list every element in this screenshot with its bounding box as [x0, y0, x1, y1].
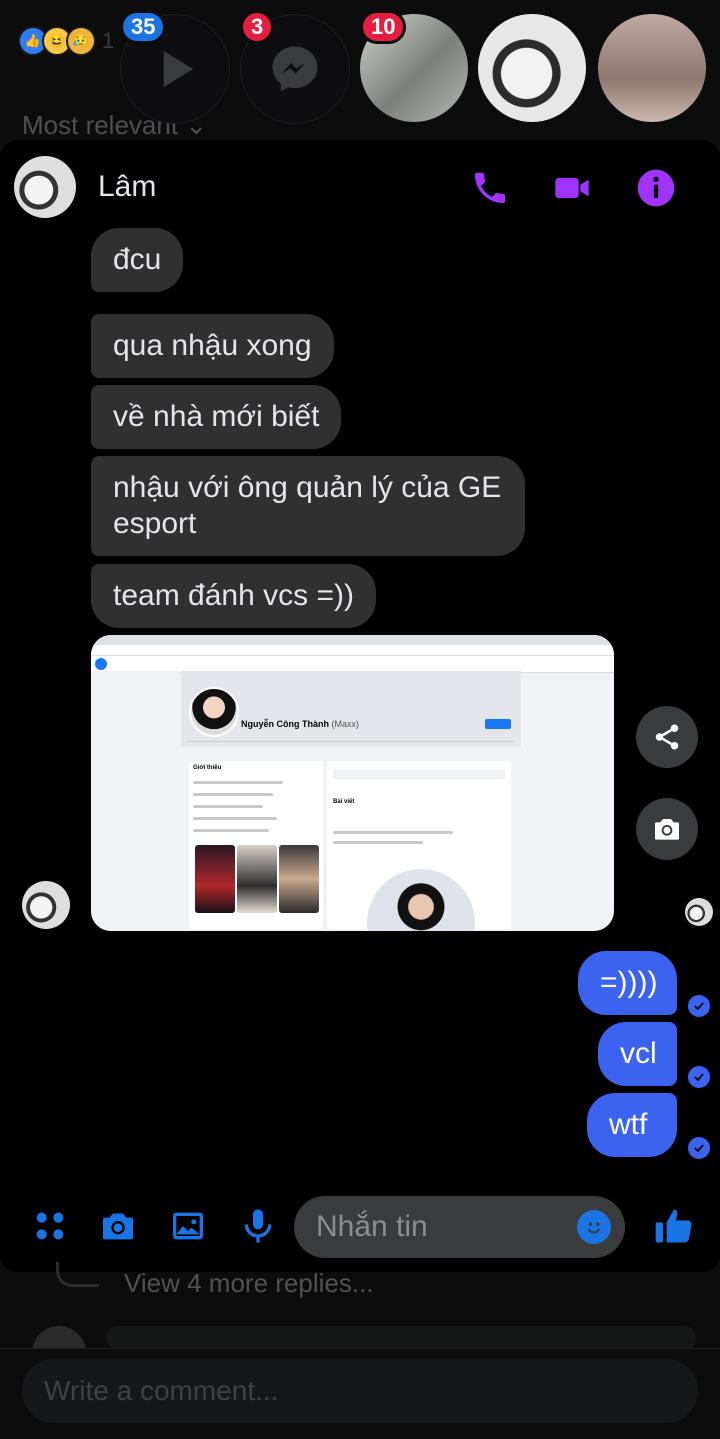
chat-panel: Lâm đcu qua nhậu xong về nhà mới biết nh…	[0, 140, 720, 1272]
chat-header: Lâm	[0, 140, 720, 236]
profile-tabs	[187, 741, 513, 756]
chat-head-lam[interactable]	[478, 14, 586, 122]
intro-label: Giới thiệu	[193, 765, 222, 771]
video-call-icon[interactable]	[552, 168, 592, 208]
received-message[interactable]: về nhà mới biết	[91, 385, 342, 449]
intro-line	[193, 805, 263, 808]
received-message[interactable]: nhậu với ông quản lý của GE esport	[91, 456, 525, 556]
browser-tabs	[91, 635, 614, 645]
play-icon	[163, 51, 193, 87]
video-badge: 35	[120, 10, 167, 44]
post-line	[333, 831, 453, 834]
camera-side-button[interactable]	[636, 798, 698, 860]
camera-icon	[655, 819, 679, 840]
intro-line	[193, 781, 283, 784]
sender-avatar[interactable]	[22, 881, 70, 929]
smiley-icon	[587, 1222, 601, 1234]
intro-line	[193, 817, 277, 820]
messenger-icon	[272, 46, 318, 92]
contact-avatar[interactable]	[14, 156, 76, 218]
comment-input[interactable]: Write a comment...	[22, 1359, 698, 1423]
profile-avatar	[189, 687, 239, 737]
messenger-badge: 3	[240, 10, 275, 44]
story-thumb	[279, 845, 319, 913]
received-message[interactable]: đcu	[91, 228, 184, 292]
received-message[interactable]: qua nhậu xong	[91, 314, 334, 378]
share-button[interactable]	[636, 706, 698, 768]
friends-button	[455, 719, 481, 729]
sent-message[interactable]: vcl	[598, 1022, 677, 1086]
posts-label: Bài viết	[333, 799, 355, 805]
sent-message[interactable]: wtf	[587, 1093, 677, 1157]
received-message[interactable]: team đánh vcs =))	[91, 564, 376, 628]
facebook-logo-icon	[95, 658, 107, 670]
camera-icon[interactable]	[98, 1206, 138, 1246]
message-placeholder: Nhắn tin	[316, 1210, 428, 1243]
post-line	[333, 841, 423, 844]
browser-url-bar	[91, 645, 614, 656]
seen-avatar	[685, 898, 713, 926]
partial-comment	[106, 1326, 696, 1350]
emoji-button[interactable]	[577, 1210, 611, 1244]
image-attachment[interactable]: Nguyễn Công Thành (Maxx) Giới thiệu Bài …	[91, 635, 614, 931]
intro-line	[193, 793, 273, 796]
share-icon	[655, 724, 679, 750]
message-button	[485, 719, 511, 729]
post-composer	[333, 769, 505, 779]
contact-name[interactable]: Lâm	[98, 170, 156, 204]
sent-check-icon	[688, 995, 710, 1017]
chat-head-girl[interactable]	[598, 14, 706, 122]
intro-line	[193, 829, 269, 832]
sent-message[interactable]: =))))	[578, 951, 677, 1015]
story-thumb	[195, 845, 235, 913]
group-badge: 10	[360, 10, 407, 44]
microphone-icon[interactable]	[238, 1206, 278, 1246]
info-icon[interactable]	[636, 168, 676, 208]
sent-check-icon	[688, 1137, 710, 1159]
page-sidebar	[91, 671, 179, 931]
message-input[interactable]: Nhắn tin	[294, 1196, 625, 1258]
profile-name: Nguyễn Công Thành (Maxx)	[241, 719, 360, 729]
thumbs-up-icon[interactable]	[652, 1204, 696, 1248]
sent-check-icon	[688, 1066, 710, 1088]
story-thumb	[237, 845, 277, 913]
chat-heads-bar: 35 3 10	[0, 10, 720, 124]
view-more-replies-link[interactable]: View 4 more replies...	[124, 1268, 374, 1299]
phone-icon[interactable]	[470, 168, 510, 208]
reply-thread-line	[56, 1262, 99, 1287]
gallery-icon[interactable]	[168, 1206, 208, 1246]
apps-grid-icon[interactable]	[30, 1206, 70, 1246]
